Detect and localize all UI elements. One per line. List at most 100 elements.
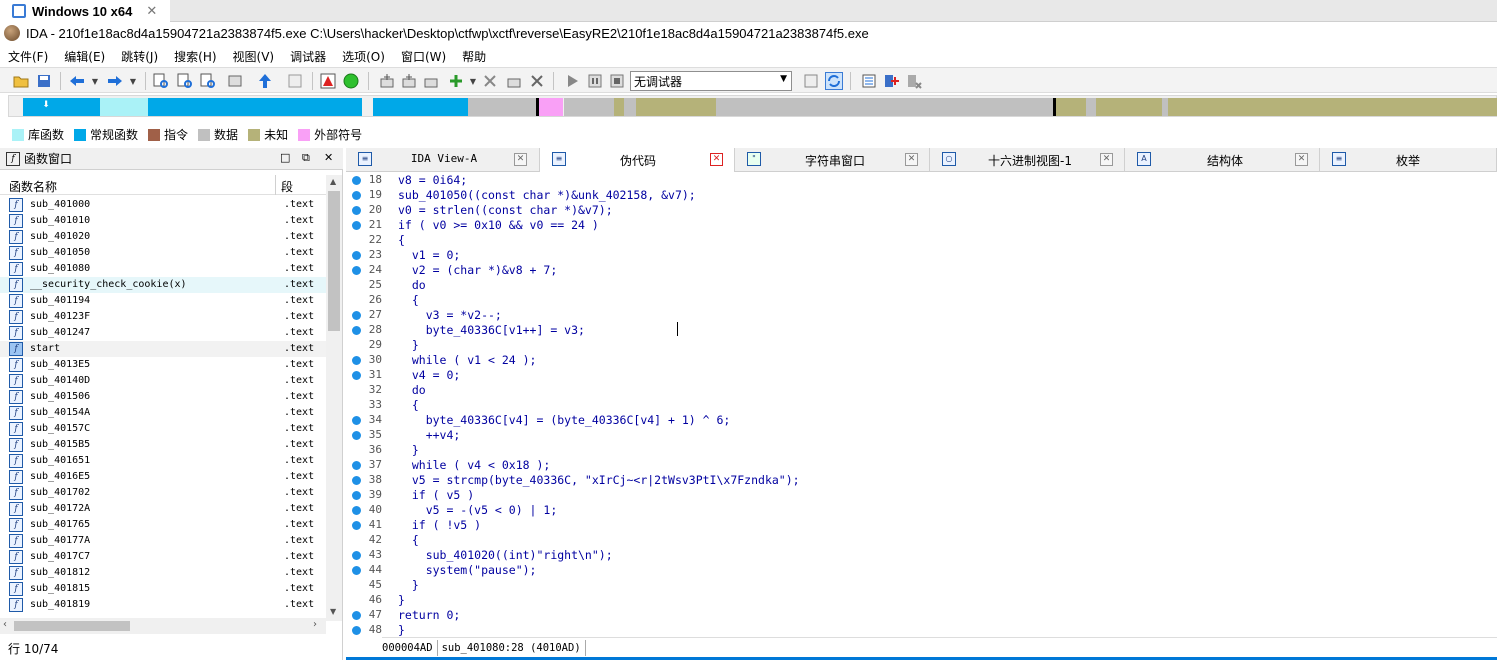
function-row-selected[interactable]: f start .text [0,341,326,357]
create-struct-icon[interactable] [400,72,418,90]
restore-icon[interactable]: ⧉ [302,151,310,165]
tab-hex-view[interactable]: ○ 十六进制视图-1 ✕ [930,148,1125,172]
vm-tab[interactable]: Windows 10 x64 ✕ [0,0,170,22]
code-line[interactable]: 21 if ( v0 >= 0x10 && v0 == 24 ) [346,218,1497,233]
save-icon[interactable] [35,72,53,90]
code-line[interactable]: 34 byte_40336C[v4] = (byte_40336C[v4] + … [346,413,1497,428]
code-line[interactable]: 44 system("pause"); [346,563,1497,578]
code-line[interactable]: 31 v4 = 0; [346,368,1497,383]
code-line[interactable]: 37 while ( v4 < 0x18 ); [346,458,1497,473]
function-row[interactable]: f sub_401765 .text [0,517,326,533]
functions-vertical-scrollbar[interactable]: ▲ ▼ [326,175,342,621]
run-green-icon[interactable] [342,72,360,90]
tab-pseudocode[interactable]: ≡ 伪代码 ✕ [540,148,735,172]
function-row[interactable]: f sub_401815 .text [0,581,326,597]
column-function-name[interactable]: 函数名称 [9,178,57,195]
code-line[interactable]: 24 v2 = (char *)&v8 + 7; [346,263,1497,278]
code-line[interactable]: 26 { [346,293,1497,308]
function-row[interactable]: f sub_40177A .text [0,533,326,549]
next-code-icon[interactable] [226,72,244,90]
scrollbar-thumb[interactable] [14,621,130,631]
tab-strings[interactable]: " 字符串窗口 ✕ [735,148,930,172]
code-line[interactable]: 42 { [346,533,1497,548]
forward-arrow-icon[interactable] [106,72,124,90]
scroll-down-icon[interactable]: ▼ [330,607,336,616]
forward-dropdown-icon[interactable]: ▼ [124,72,142,90]
jump-up-icon[interactable] [256,72,274,90]
tab-enums[interactable]: ≡ 枚举 [1320,148,1497,172]
cross-reference-icon[interactable] [481,72,499,90]
code-line[interactable]: 38 v5 = strcmp(byte_40336C, "xIrCj~<r|2t… [346,473,1497,488]
function-row[interactable]: f sub_401010 .text [0,213,326,229]
code-line[interactable]: 48} [346,623,1497,638]
code-line[interactable]: 25 do [346,278,1497,293]
code-line[interactable]: 35 ++v4; [346,428,1497,443]
play-icon[interactable] [563,72,581,90]
remove-breakpoint-icon[interactable] [905,72,923,90]
scrollbar-thumb[interactable] [328,191,340,331]
function-row[interactable]: f sub_4015B5 .text [0,437,326,453]
function-row[interactable]: f sub_401247 .text [0,325,326,341]
function-row[interactable]: f sub_401000 .text [0,197,326,213]
menu-jump[interactable]: 跳转(J) [121,48,158,65]
patch-icon[interactable] [286,72,304,90]
close-icon[interactable]: ✕ [146,4,157,19]
menu-search[interactable]: 搜索(H) [174,48,216,65]
close-icon[interactable]: ✕ [1295,153,1308,166]
code-line[interactable]: 47 return 0; [346,608,1497,623]
stop-icon[interactable] [608,72,626,90]
functions-horizontal-scrollbar[interactable]: ‹ › [0,618,326,634]
close-icon[interactable]: ✕ [324,151,333,164]
code-line[interactable]: 18 v8 = 0i64; [346,173,1497,188]
function-row[interactable]: f sub_401651 .text [0,453,326,469]
delete-icon[interactable] [528,72,546,90]
code-line[interactable]: 32 do [346,383,1497,398]
function-row[interactable]: f sub_40140D .text [0,373,326,389]
function-row[interactable]: f sub_40123F .text [0,309,326,325]
close-icon[interactable]: ✕ [1100,153,1113,166]
function-row[interactable]: f sub_4016E5 .text [0,469,326,485]
code-line[interactable]: 30 while ( v1 < 24 ); [346,353,1497,368]
add-enum-icon[interactable] [447,72,465,90]
menu-options[interactable]: 选项(O) [342,48,385,65]
pause-icon[interactable] [586,72,604,90]
breakpoint-list-icon[interactable] [860,72,878,90]
debugger-select[interactable]: 无调试器 ▼ [630,71,792,91]
menu-help[interactable]: 帮助 [462,48,486,65]
maximize-icon[interactable]: □ [280,151,290,164]
binary-search-icon[interactable] [152,72,170,90]
create-function-icon[interactable] [378,72,396,90]
immediate-search-icon[interactable] [199,72,217,90]
function-row[interactable]: f sub_401819 .text [0,597,326,613]
code-line[interactable]: 22 { [346,233,1497,248]
function-row[interactable]: f sub_4017C7 .text [0,549,326,565]
menu-view[interactable]: 视图(V) [233,48,275,65]
code-line[interactable]: 23 v1 = 0; [346,248,1497,263]
add-breakpoint-icon[interactable] [882,72,900,90]
close-icon[interactable]: ✕ [905,153,918,166]
code-line[interactable]: 46} [346,593,1497,608]
code-line[interactable]: 27 v3 = *v2--; [346,308,1497,323]
close-icon[interactable]: ✕ [710,153,723,166]
text-search-icon[interactable] [176,72,194,90]
scroll-right-icon[interactable]: › [313,619,317,630]
navigation-band[interactable]: ⬇ [8,95,1497,117]
close-icon[interactable]: ✕ [514,153,527,166]
function-row[interactable]: f sub_401194 .text [0,293,326,309]
function-row[interactable]: f sub_401080 .text [0,261,326,277]
code-line[interactable]: 20 v0 = strlen((const char *)&v7); [346,203,1497,218]
function-row[interactable]: f sub_40157C .text [0,421,326,437]
tab-structures[interactable]: A 结构体 ✕ [1125,148,1320,172]
add-dropdown-icon[interactable]: ▼ [464,72,482,90]
code-line[interactable]: 39 if ( v5 ) [346,488,1497,503]
code-line[interactable]: 28 byte_40336C[v1++] = v3; [346,323,1497,338]
menu-window[interactable]: 窗口(W) [401,48,446,65]
function-row[interactable]: f sub_4013E5 .text [0,357,326,373]
back-dropdown-icon[interactable]: ▼ [86,72,104,90]
code-line[interactable]: 41 if ( !v5 ) [346,518,1497,533]
code-line[interactable]: 29 } [346,338,1497,353]
menu-file[interactable]: 文件(F) [8,48,48,65]
attach-process-icon[interactable] [802,72,820,90]
menu-debugger[interactable]: 调试器 [290,48,326,65]
function-row[interactable]: f sub_401020 .text [0,229,326,245]
